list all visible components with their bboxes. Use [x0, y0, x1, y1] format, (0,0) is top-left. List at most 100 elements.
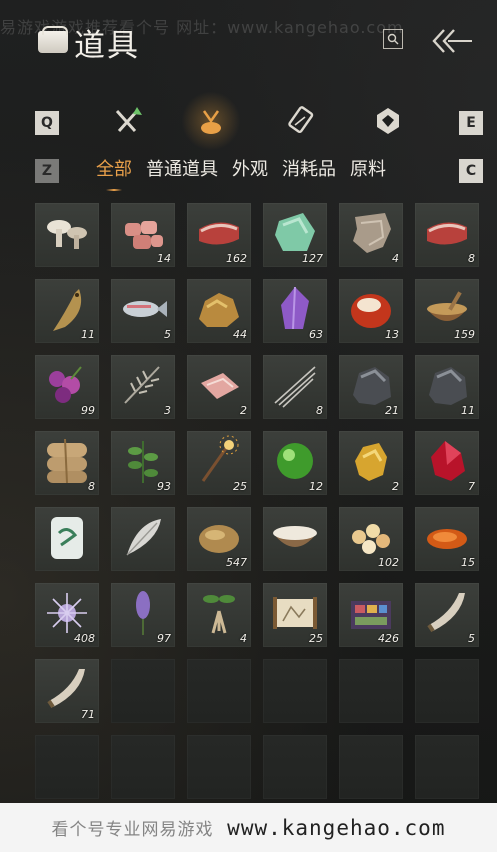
inventory-slot-empty[interactable] [35, 735, 99, 799]
inventory-slot[interactable]: 15 [415, 507, 479, 571]
key-hint-q[interactable]: Q [35, 111, 59, 135]
filter-all[interactable]: 全部 [96, 155, 132, 191]
item-quantity: 14 [157, 252, 171, 265]
inventory-slot[interactable]: 13 [339, 279, 403, 343]
back-arrow-icon [432, 29, 472, 53]
filter-consumables[interactable]: 消耗品 [282, 155, 336, 181]
filter-bar: 全部 普通道具 外观 消耗品 原料 [96, 155, 400, 191]
inventory-slot-empty[interactable] [187, 659, 251, 723]
inventory-slot[interactable]: 14 [111, 203, 175, 267]
inventory-slot[interactable]: 7 [415, 431, 479, 495]
inventory-slot[interactable]: 127 [263, 203, 327, 267]
watermark-prefix: 看个号专业网易游戏 [51, 820, 214, 840]
inventory-slot[interactable]: 8 [415, 203, 479, 267]
item-quantity: 2 [392, 480, 399, 493]
inventory-slot-empty[interactable] [415, 735, 479, 799]
inventory-slot[interactable]: 547 [187, 507, 251, 571]
inventory-slot[interactable]: 97 [111, 583, 175, 647]
red-crystal-icon [431, 441, 465, 481]
inventory-slot[interactable]: 2 [339, 431, 403, 495]
inventory-slot[interactable]: 8 [263, 355, 327, 419]
fish-icon [123, 301, 167, 317]
steak-icon [427, 222, 467, 245]
horn-icon [427, 593, 465, 633]
crossed-tools-icon [115, 107, 142, 133]
inventory-slot[interactable]: 11 [415, 355, 479, 419]
raw-meat-slice-icon [201, 373, 239, 399]
item-quantity: 7 [468, 480, 475, 493]
inventory-slot[interactable]: 102 [339, 507, 403, 571]
inventory-slot[interactable]: 8 [35, 431, 99, 495]
inventory-slot-empty[interactable] [339, 659, 403, 723]
tab-gems[interactable] [370, 103, 406, 139]
inventory-slot[interactable]: 44 [187, 279, 251, 343]
item-quantity: 13 [385, 328, 399, 341]
key-hint-c[interactable]: C [459, 159, 483, 183]
filter-materials[interactable]: 原料 [350, 155, 386, 181]
filter-appearance[interactable]: 外观 [232, 155, 268, 181]
inventory-slot[interactable]: 3 [111, 355, 175, 419]
inventory-slot[interactable]: 11 [35, 279, 99, 343]
item-quantity: 11 [81, 328, 95, 341]
inventory-slot[interactable]: 162 [187, 203, 251, 267]
inventory-slot[interactable]: 63 [263, 279, 327, 343]
key-hint-z[interactable]: Z [35, 159, 59, 183]
item-quantity: 408 [74, 632, 95, 645]
item-quantity: 25 [233, 480, 247, 493]
bag-icon [38, 26, 68, 53]
item-quantity: 21 [385, 404, 399, 417]
item-quantity: 63 [309, 328, 323, 341]
inventory-slot[interactable]: 21 [339, 355, 403, 419]
search-button[interactable] [383, 29, 403, 49]
tab-tools[interactable] [109, 103, 145, 139]
item-quantity: 8 [468, 252, 475, 265]
inventory-slot[interactable]: 159 [415, 279, 479, 343]
inventory-slot[interactable]: 5 [415, 583, 479, 647]
item-quantity: 4 [392, 252, 399, 265]
page-title: 道具 [74, 27, 140, 64]
item-quantity: 11 [461, 404, 475, 417]
inventory-slot[interactable]: 2 [187, 355, 251, 419]
inventory-slot[interactable]: 4 [187, 583, 251, 647]
wheat-icon [124, 366, 160, 404]
item-quantity: 15 [461, 556, 475, 569]
item-quantity: 426 [378, 632, 399, 645]
animal-hide-icon [353, 213, 391, 253]
inventory-slot-empty[interactable] [187, 735, 251, 799]
inventory-slot[interactable]: 4 [339, 203, 403, 267]
gem-badge-icon [377, 108, 399, 134]
key-hint-e[interactable]: E [459, 111, 483, 135]
item-quantity: 5 [164, 328, 171, 341]
background [0, 0, 497, 852]
inventory-slot[interactable]: 408 [35, 583, 99, 647]
inventory-slot-empty[interactable] [111, 659, 175, 723]
item-quantity: 93 [157, 480, 171, 493]
inventory-slot-empty[interactable] [415, 659, 479, 723]
inventory-slot[interactable] [35, 203, 99, 267]
item-quantity: 159 [454, 328, 475, 341]
inventory-slot[interactable]: 5 [111, 279, 175, 343]
item-quantity: 3 [164, 404, 171, 417]
mushrooms-icon [47, 220, 87, 249]
inventory-slot-empty[interactable] [263, 735, 327, 799]
inventory-slot[interactable]: 25 [187, 431, 251, 495]
inventory-slot[interactable]: 426 [339, 583, 403, 647]
inventory-slot[interactable]: 71 [35, 659, 99, 723]
inventory-slot[interactable]: 12 [263, 431, 327, 495]
item-quantity: 4 [240, 632, 247, 645]
inventory-slot-empty[interactable] [111, 735, 175, 799]
inventory-slot[interactable]: 25 [263, 583, 327, 647]
inventory-slot[interactable] [35, 507, 99, 571]
tab-items[interactable] [179, 89, 243, 153]
tab-scrolls[interactable] [283, 103, 319, 139]
inventory-slot[interactable] [111, 507, 175, 571]
back-button[interactable] [428, 24, 476, 58]
watermark-url: www.kangehao.com [227, 816, 446, 840]
inventory-slot[interactable]: 99 [35, 355, 99, 419]
inventory-slot-empty[interactable] [263, 659, 327, 723]
bottom-watermark: 看个号专业网易游戏 www.kangehao.com [0, 803, 497, 852]
inventory-slot[interactable] [263, 507, 327, 571]
filter-normal-items[interactable]: 普通道具 [146, 155, 218, 181]
inventory-slot-empty[interactable] [339, 735, 403, 799]
inventory-slot[interactable]: 93 [111, 431, 175, 495]
